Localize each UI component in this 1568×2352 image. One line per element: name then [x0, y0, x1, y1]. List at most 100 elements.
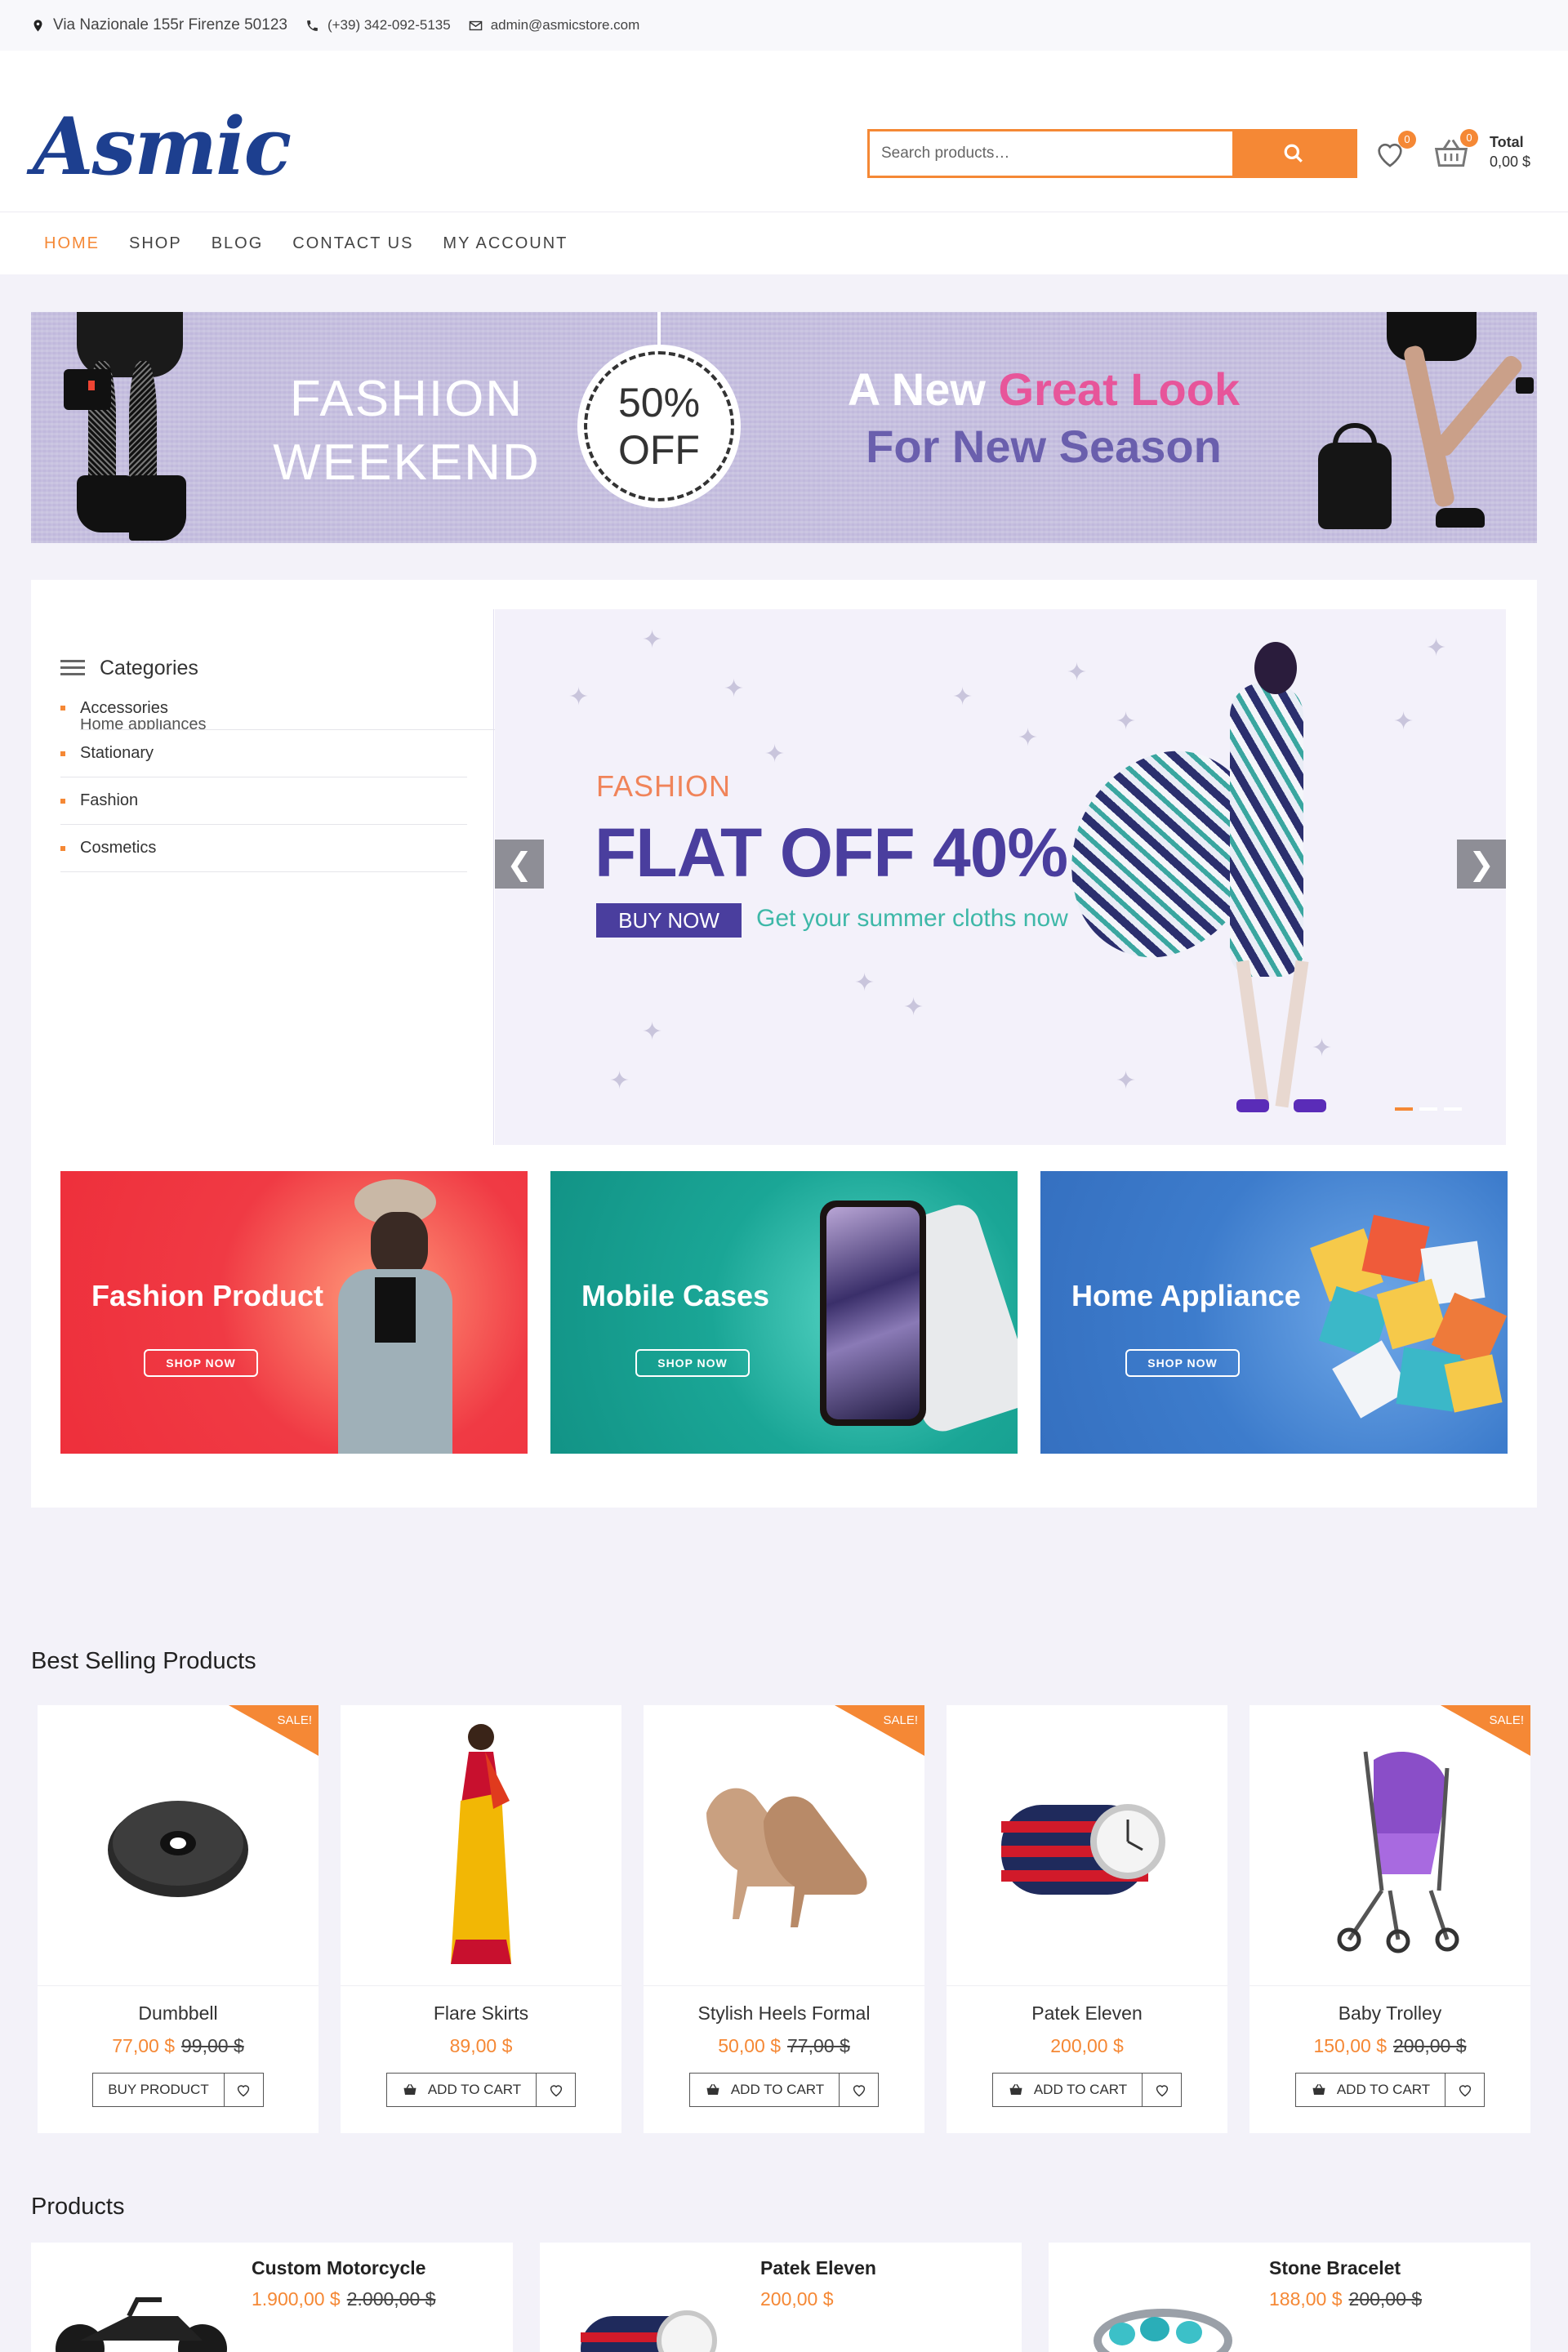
slider-dot[interactable] [1395, 1107, 1413, 1111]
product-image[interactable] [947, 1705, 1227, 1986]
product-name[interactable]: Patek Eleven [760, 2257, 876, 2279]
star-decoration-icon: ✦ [642, 626, 663, 653]
products-title: Products [31, 2194, 125, 2220]
star-decoration-icon: ✦ [1018, 724, 1039, 751]
phone-text: (+39) 342-092-5135 [327, 17, 451, 33]
promo-shop-now-button[interactable]: SHOP NOW [1125, 1349, 1240, 1377]
category-stationary[interactable]: Stationary [60, 730, 467, 777]
heels-icon [706, 1788, 867, 1927]
add-to-cart-button[interactable]: ADD TO CART [991, 2073, 1143, 2107]
product-list-item-patek-eleven[interactable]: Patek Eleven 200,00 $ [540, 2243, 1022, 2352]
star-decoration-icon: ✦ [1067, 659, 1088, 686]
product-list-item-custom-motorcycle[interactable]: Custom Motorcycle 1.900,00 $2.000,00 $ [31, 2243, 513, 2352]
add-to-wishlist-button[interactable] [537, 2073, 577, 2107]
product-card-dumbbell[interactable]: SALE! Dumbbell 77,00 $99,00 $ BUY PRODUC… [38, 1705, 318, 2133]
map-pin-icon [33, 19, 42, 32]
star-decoration-icon: ✦ [903, 994, 924, 1021]
hero-banner[interactable]: FASHION WEEKEND 50% OFF A New Great Look… [31, 312, 1537, 543]
search-input[interactable] [870, 131, 1232, 176]
search-icon [1284, 144, 1303, 163]
promo-fashion-product[interactable]: Fashion Product SHOP NOW [60, 1171, 528, 1454]
cart-basket-icon [706, 2083, 719, 2095]
product-image[interactable] [341, 1705, 621, 1986]
category-accessories[interactable]: Accessories [60, 697, 501, 719]
nav-shop[interactable]: SHOP [129, 234, 182, 253]
heart-icon [550, 2085, 562, 2097]
buy-product-button[interactable]: BUY PRODUCT [92, 2073, 225, 2107]
address-info: Via Nazionale 155r Firenze 50123 [31, 16, 287, 34]
category-fashion[interactable]: Fashion [60, 777, 467, 825]
phone-info: (+39) 342-092-5135 [305, 17, 451, 33]
stroller-icon [1337, 1751, 1459, 1953]
category-cosmetics[interactable]: Cosmetics [60, 825, 467, 872]
slide-headline: FLAT OFF 40% [595, 814, 1068, 891]
email-link[interactable]: admin@asmicstore.com [491, 17, 640, 33]
site-logo[interactable]: Asmic [33, 108, 292, 186]
product-card-baby-trolley[interactable]: SALE! Baby Trolley 150,00 $200,00 $ ADD … [1250, 1705, 1530, 2133]
motorcycle-icon[interactable] [47, 2283, 235, 2352]
product-name[interactable]: Custom Motorcycle [252, 2257, 425, 2279]
add-to-wishlist-button[interactable] [224, 2073, 264, 2107]
product-card-flare-skirts[interactable]: Flare Skirts 89,00 $ ADD TO CART [341, 1705, 621, 2133]
phone-icon [307, 20, 318, 31]
product-name[interactable]: Baby Trolley [1250, 2002, 1530, 2025]
nav-contact-us[interactable]: CONTACT US [292, 234, 413, 253]
main-nav: HOME SHOP BLOG CONTACT US MY ACCOUNT [0, 212, 1568, 274]
slider-prev-button[interactable]: ❮ [495, 840, 544, 889]
product-card-patek-eleven[interactable]: Patek Eleven 200,00 $ ADD TO CART [947, 1705, 1227, 2133]
top-illustration [375, 1277, 416, 1343]
star-decoration-icon: ✦ [1312, 1035, 1333, 1062]
add-to-cart-button[interactable]: ADD TO CART [688, 2073, 840, 2107]
bracelet-icon[interactable] [1065, 2283, 1253, 2352]
add-to-cart-button[interactable]: ADD TO CART [385, 2073, 537, 2107]
product-price: 200,00 $ [760, 2288, 834, 2310]
add-to-cart-button[interactable]: ADD TO CART [1294, 2073, 1446, 2107]
slider-dot[interactable] [1419, 1107, 1437, 1111]
product-name[interactable]: Stylish Heels Formal [644, 2002, 924, 2025]
cart-basket-icon [1312, 2083, 1325, 2095]
slider-pagination [1395, 1107, 1462, 1111]
promo-shop-now-button[interactable]: SHOP NOW [144, 1349, 258, 1377]
slider-next-button[interactable]: ❯ [1457, 840, 1506, 889]
watch-icon[interactable] [556, 2283, 744, 2352]
hero-slider[interactable]: ✦ ✦ ✦ ✦ ✦ ✦ ✦ ✦ ✦ ✦ ✦ ✦ ✦ ✦ ✦ ✦ FASHION … [495, 609, 1506, 1145]
categories-header: Categories [60, 645, 501, 691]
category-home-appliances[interactable]: Home appliances [80, 719, 501, 730]
nav-my-account[interactable]: MY ACCOUNT [443, 234, 568, 253]
product-price: 200,00 $ [1050, 2035, 1124, 2056]
add-to-wishlist-button[interactable] [1446, 2073, 1486, 2107]
best-selling-title: Best Selling Products [31, 1648, 256, 1674]
product-card-stylish-heels[interactable]: SALE! Stylish Heels Formal 50,00 $77,00 … [644, 1705, 924, 2133]
search-button[interactable] [1232, 131, 1355, 176]
wishlist-count-badge: 0 [1398, 131, 1416, 149]
product-price: 50,00 $77,00 $ [718, 2035, 850, 2056]
product-name[interactable]: Dumbbell [38, 2002, 318, 2025]
cart-total[interactable]: Total 0,00 $ [1490, 132, 1530, 172]
promo-title: Fashion Product [91, 1279, 324, 1312]
promo-mobile-cases[interactable]: Mobile Cases SHOP NOW [550, 1171, 1018, 1454]
envelope-icon [469, 20, 483, 30]
slider-dot[interactable] [1444, 1107, 1462, 1111]
nav-blog[interactable]: BLOG [212, 234, 264, 253]
star-decoration-icon: ✦ [1393, 708, 1414, 735]
search-box [867, 129, 1357, 178]
heart-icon [1156, 2085, 1168, 2097]
slide-buy-now-button[interactable]: BUY NOW [596, 903, 742, 938]
add-to-wishlist-button[interactable] [1143, 2073, 1183, 2107]
nav-home[interactable]: HOME [44, 234, 100, 253]
add-to-wishlist-button[interactable] [840, 2073, 880, 2107]
product-list-item-stone-bracelet[interactable]: Stone Bracelet 188,00 $200,00 $ [1049, 2243, 1530, 2352]
promo-shop-now-button[interactable]: SHOP NOW [635, 1349, 750, 1377]
heart-icon [238, 2085, 250, 2097]
promo-title: Home Appliance [1071, 1279, 1301, 1312]
hero-fashion-weekend: FASHION WEEKEND [273, 371, 541, 491]
product-old-price: 77,00 $ [787, 2035, 850, 2056]
star-decoration-icon: ✦ [724, 675, 745, 702]
slide-kicker: FASHION [596, 769, 732, 803]
product-name[interactable]: Flare Skirts [341, 2002, 621, 2025]
promo-home-appliance[interactable]: Home Appliance SHOP NOW [1040, 1171, 1508, 1454]
product-name[interactable]: Stone Bracelet [1269, 2257, 1401, 2279]
hero-tagline: A New Great Look For New Season [847, 363, 1241, 472]
promo-title: Mobile Cases [581, 1279, 770, 1312]
product-name[interactable]: Patek Eleven [947, 2002, 1227, 2025]
